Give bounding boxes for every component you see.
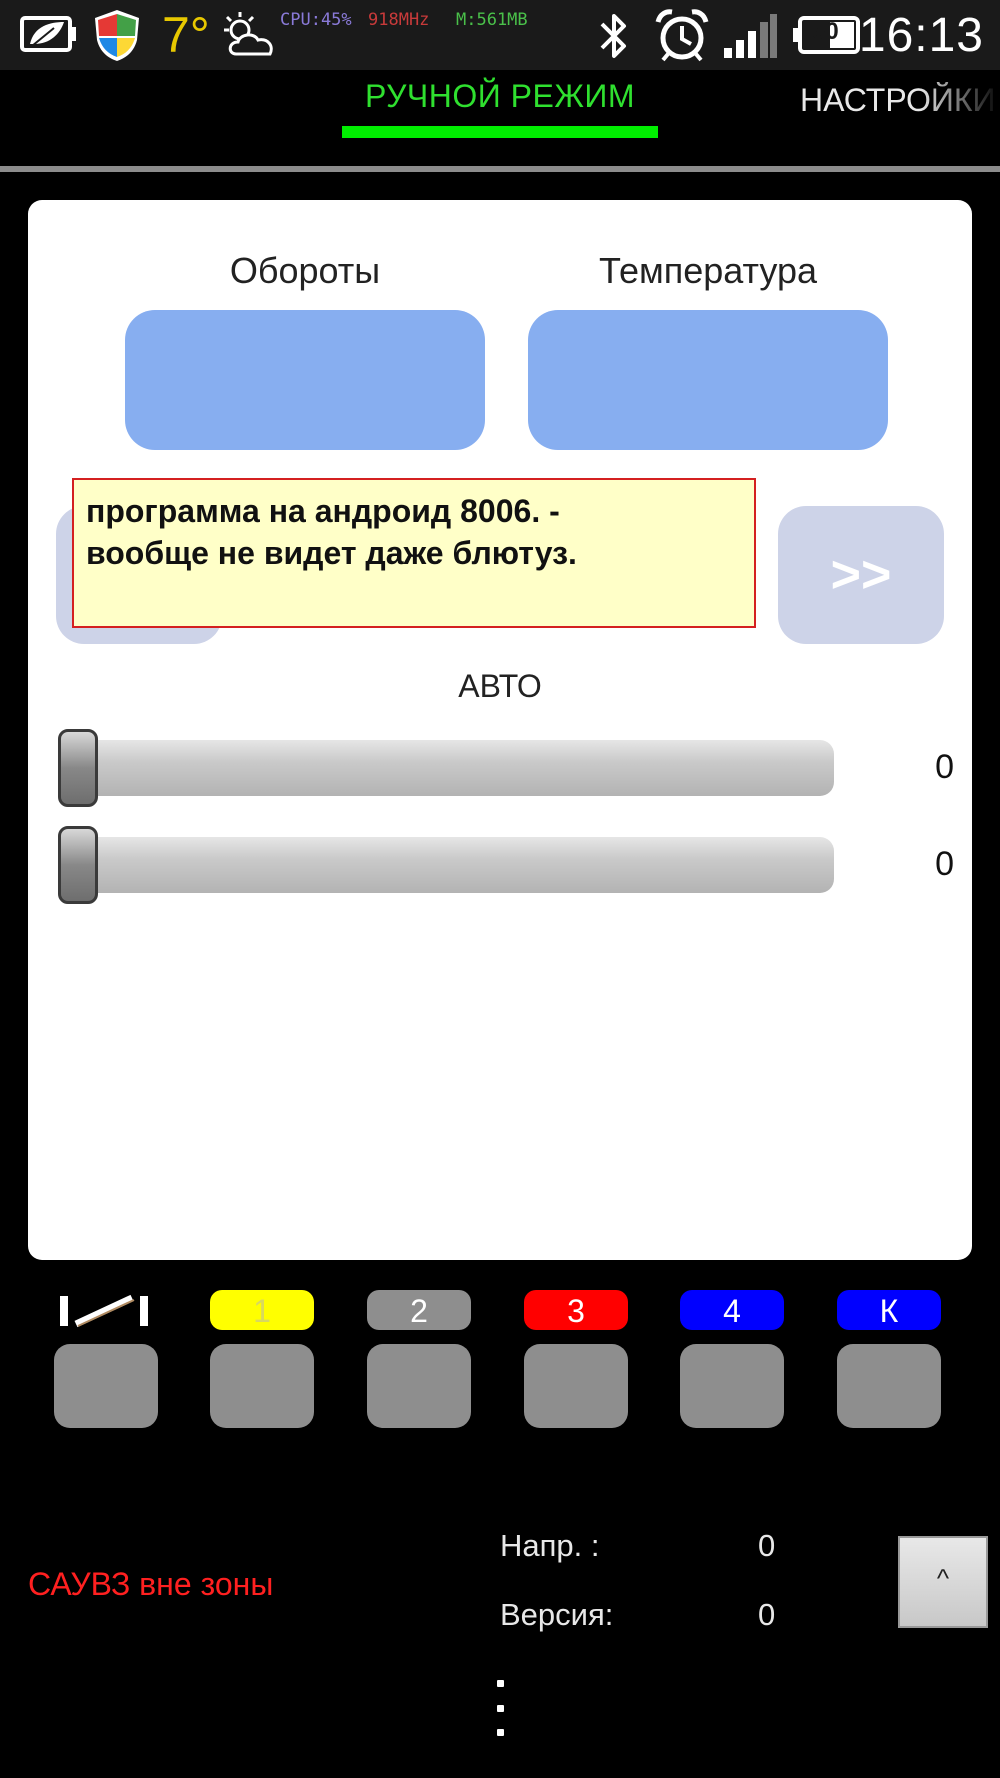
channel-button-k[interactable] [837,1344,941,1428]
cpu-frequency-text: 918MHz [368,10,430,30]
rpm-display [125,310,485,450]
slider-thumb-2[interactable] [58,826,98,904]
channel-tag-3: 3 [524,1290,628,1330]
channel-button-1[interactable] [210,1344,314,1428]
auto-label: АВТО [458,668,542,704]
channel-tag-4: 4 [680,1290,784,1330]
clock-text: 16:13 [858,9,984,62]
memory-text: M:561MB [456,10,528,30]
tooltip-line-2: вообще не видет даже блютуз. [86,535,577,571]
battery-level-text: 50 [812,18,839,45]
slider-value-1: 0 [935,748,954,786]
channel-button-4[interactable] [680,1344,784,1428]
channel-tag-1: 1 [210,1290,314,1330]
channel-button-2[interactable] [367,1344,471,1428]
tab-manual-mode[interactable]: РУЧНОЙ РЕЖИМ [342,78,658,115]
temperature-display [528,310,888,450]
shield-icon [95,10,139,61]
scroll-up-button[interactable]: ^ [898,1536,988,1628]
bluetooth-icon [600,14,626,58]
comment-tooltip: программа на андроид 8006. - вообще не в… [72,478,756,628]
tooltip-line-1: программа на андроид 8006. - [86,493,560,529]
weather-icon [224,12,273,56]
app-screen: 7° CPU:45% 918MHz M:561MB 50 16:13 РУЧНО… [0,0,1000,1778]
channel-button-switch[interactable] [54,1344,158,1428]
tab-settings[interactable]: НАСТРОЙКИ [800,82,1000,119]
next-button-label: >> [830,546,892,604]
status-bar: 7° CPU:45% 918MHz M:561MB 50 16:13 [0,0,1000,70]
tab-active-indicator [342,126,658,138]
slider-track-1[interactable] [58,740,834,796]
next-button[interactable]: >> [778,506,944,644]
overflow-menu-icon[interactable] [488,1680,512,1736]
voltage-value: 0 [758,1528,776,1563]
signal-icon [724,14,777,58]
slider-track-2[interactable] [58,837,834,893]
temperature-label: Температура [598,250,818,291]
channel-tag-k: К [837,1290,941,1330]
alarm-icon [655,9,709,62]
slider-thumb-1[interactable] [58,729,98,807]
voltage-label: Напр. : [500,1528,600,1563]
version-value: 0 [758,1597,776,1632]
channel-switch-icon [54,1292,154,1330]
main-panel: Обороты Температура >> АВТО 0 0 [28,200,972,1260]
version-label: Версия: [500,1597,614,1632]
tab-bar: РУЧНОЙ РЕЖИМ НАСТРОЙКИ [0,70,1000,172]
leaf-battery-icon [20,16,76,52]
rpm-label: Обороты [229,250,381,291]
cpu-usage-text: CPU:45% [280,10,352,30]
connection-status: САУВЗ вне зоны [28,1566,274,1602]
slider-value-2: 0 [935,845,954,883]
temperature-text: 7° [162,7,210,63]
channel-tag-2: 2 [367,1290,471,1330]
channel-button-3[interactable] [524,1344,628,1428]
tab-divider [0,166,1000,172]
